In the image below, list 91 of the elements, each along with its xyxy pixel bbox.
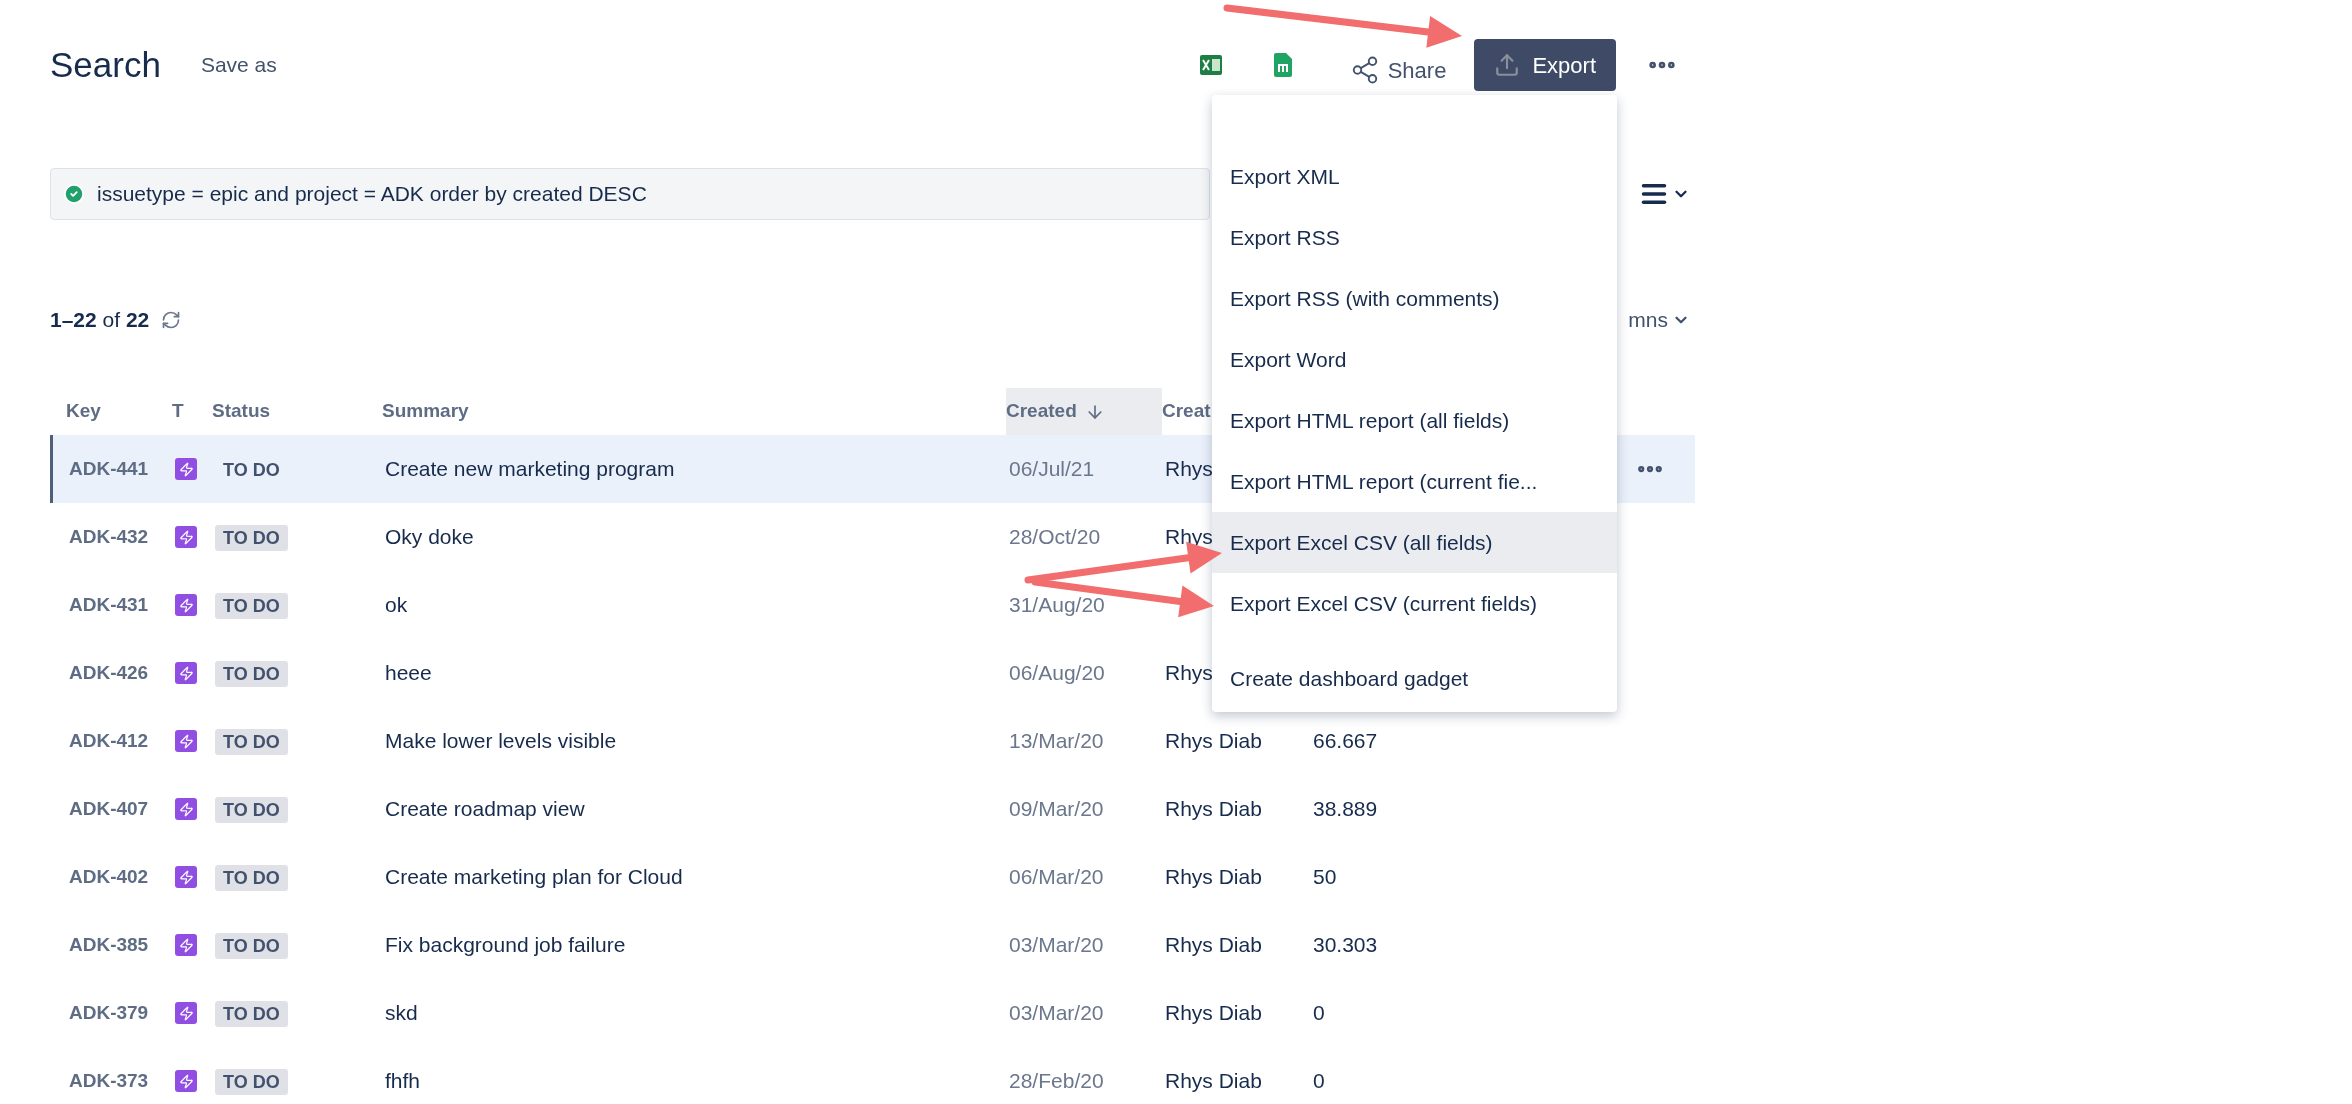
summary-cell-text: Fix background job failure bbox=[385, 932, 627, 959]
status-lozenge: TO DO bbox=[215, 1001, 288, 1028]
epic-icon bbox=[175, 662, 197, 684]
menu-item[interactable]: Export HTML report (current fie... bbox=[1212, 451, 1617, 512]
created-cell: 13/Mar/20 bbox=[1009, 729, 1104, 753]
menu-item[interactable]: Export HTML report (all fields) bbox=[1212, 390, 1617, 451]
epic-icon bbox=[175, 866, 197, 888]
column-header[interactable]: Status bbox=[212, 388, 382, 435]
page-title: Search bbox=[50, 43, 161, 86]
creator-cell: Rhys Diab bbox=[1165, 933, 1262, 957]
status-lozenge: TO DO bbox=[215, 1069, 288, 1096]
creator-cell: Rhys bbox=[1165, 457, 1213, 481]
menu-item[interactable]: Export Word bbox=[1212, 329, 1617, 390]
menu-item[interactable]: Export Excel CSV (current fields) bbox=[1212, 573, 1617, 634]
epic-icon bbox=[175, 458, 197, 480]
status-lozenge: TO DO bbox=[215, 525, 288, 552]
menu-item[interactable]: Export XML bbox=[1212, 146, 1617, 207]
created-cell: 06/Jul/21 bbox=[1009, 457, 1095, 481]
issue-key[interactable]: ADK-412 bbox=[69, 726, 175, 756]
table-cell-text: 0 bbox=[1313, 1000, 1326, 1027]
status-lozenge: TO DO bbox=[215, 729, 288, 756]
table-cell-text: 38.889 bbox=[1313, 796, 1379, 823]
summary-cell-text: fhfh bbox=[385, 1068, 422, 1095]
summary-cell-text: Make lower levels visible bbox=[385, 728, 618, 755]
table-cell-text: 50 bbox=[1313, 864, 1338, 891]
table-cell-text: 0 bbox=[1313, 1068, 1326, 1095]
summary-cell-text: Oky doke bbox=[385, 524, 475, 551]
table-cell-text: 66.667 bbox=[1313, 728, 1379, 755]
query-field[interactable]: issuetype = epic and project = ADK order by created DESC bbox=[50, 168, 1210, 220]
created-cell: 28/Feb/20 bbox=[1009, 1069, 1104, 1093]
epic-icon bbox=[175, 934, 197, 956]
share-button[interactable]: Share bbox=[1349, 53, 1447, 87]
export-icon bbox=[1494, 52, 1521, 78]
refresh-icon[interactable] bbox=[161, 310, 182, 330]
creator-cell: Rhys Diab bbox=[1165, 797, 1262, 821]
issue-key[interactable]: ADK-402 bbox=[69, 862, 175, 892]
menu-item[interactable]: Export Excel CSV (all fields) bbox=[1212, 512, 1617, 573]
spreadsheet-icon[interactable] bbox=[1199, 53, 1222, 77]
issue-key[interactable]: ADK-379 bbox=[69, 998, 175, 1028]
creator-cell: Rhys Diab bbox=[1165, 865, 1262, 889]
summary-cell-text: ok bbox=[385, 592, 409, 619]
summary-cell-text: Create new marketing program bbox=[385, 456, 676, 483]
issue-key[interactable]: ADK-373 bbox=[69, 1066, 175, 1096]
created-cell: 03/Mar/20 bbox=[1009, 1001, 1104, 1025]
created-cell: 28/Oct/20 bbox=[1009, 525, 1101, 549]
creator-cell: Rhys bbox=[1165, 661, 1213, 685]
column-header[interactable]: Created bbox=[1006, 388, 1162, 435]
column-header[interactable]: T bbox=[172, 388, 212, 435]
status-lozenge: TO DO bbox=[215, 797, 288, 824]
issue-key[interactable]: ADK-407 bbox=[69, 794, 175, 824]
status-lozenge: TO DO bbox=[215, 661, 288, 688]
status-lozenge: TO DO bbox=[215, 593, 288, 620]
sheet-icon[interactable] bbox=[1273, 53, 1292, 77]
issue-key[interactable]: ADK-432 bbox=[69, 522, 175, 552]
column-header[interactable]: Key bbox=[66, 388, 172, 435]
summary-cell-text: Create marketing plan for Cloud bbox=[385, 864, 684, 891]
status-lozenge: TO DO bbox=[215, 933, 288, 960]
save-as-button[interactable]: Save as bbox=[200, 49, 277, 81]
query-text: issuetype = epic and project = ADK order by created DESC bbox=[97, 181, 647, 208]
menu-item[interactable]: Create dashboard gadget bbox=[1212, 648, 1617, 709]
summary-cell-text: heee bbox=[385, 660, 433, 687]
creator-cell: Rhys Diab bbox=[1165, 1001, 1262, 1025]
created-cell: 03/Mar/20 bbox=[1009, 933, 1104, 957]
issue-key[interactable]: ADK-385 bbox=[69, 930, 175, 960]
creator-cell: Rhys Diab bbox=[1165, 1069, 1262, 1093]
issue-key[interactable]: ADK-426 bbox=[69, 658, 175, 688]
menu-item[interactable]: Export RSS bbox=[1212, 207, 1617, 268]
epic-icon bbox=[175, 1002, 197, 1024]
epic-icon bbox=[175, 526, 197, 548]
created-cell: 06/Mar/20 bbox=[1009, 865, 1104, 889]
issue-key[interactable]: ADK-441 bbox=[69, 454, 175, 484]
columns-button[interactable]: mns bbox=[1628, 304, 1690, 336]
created-cell: 09/Mar/20 bbox=[1009, 797, 1104, 821]
epic-icon bbox=[175, 798, 197, 820]
result-count: 1–22 of 22 bbox=[50, 307, 150, 334]
summary-cell-text: Create roadmap view bbox=[385, 796, 586, 823]
creator-cell: Rhys bbox=[1165, 525, 1213, 549]
summary-cell-text: skd bbox=[385, 1000, 419, 1027]
column-header[interactable]: Summary bbox=[382, 388, 1006, 435]
epic-icon bbox=[175, 730, 197, 752]
creator-cell: Rhys Diab bbox=[1165, 729, 1262, 753]
table-cell-text: 30.303 bbox=[1313, 932, 1379, 959]
epic-icon bbox=[175, 1070, 197, 1092]
epic-icon bbox=[175, 594, 197, 616]
issue-key[interactable]: ADK-431 bbox=[69, 590, 175, 620]
created-cell: 06/Aug/20 bbox=[1009, 661, 1105, 685]
export-button[interactable]: Export bbox=[1474, 39, 1616, 91]
created-cell: 31/Aug/20 bbox=[1009, 593, 1105, 617]
status-lozenge: TO DO bbox=[215, 865, 288, 892]
menu-item[interactable]: Export RSS (with comments) bbox=[1212, 268, 1617, 329]
status-lozenge: TO DO bbox=[222, 459, 281, 483]
